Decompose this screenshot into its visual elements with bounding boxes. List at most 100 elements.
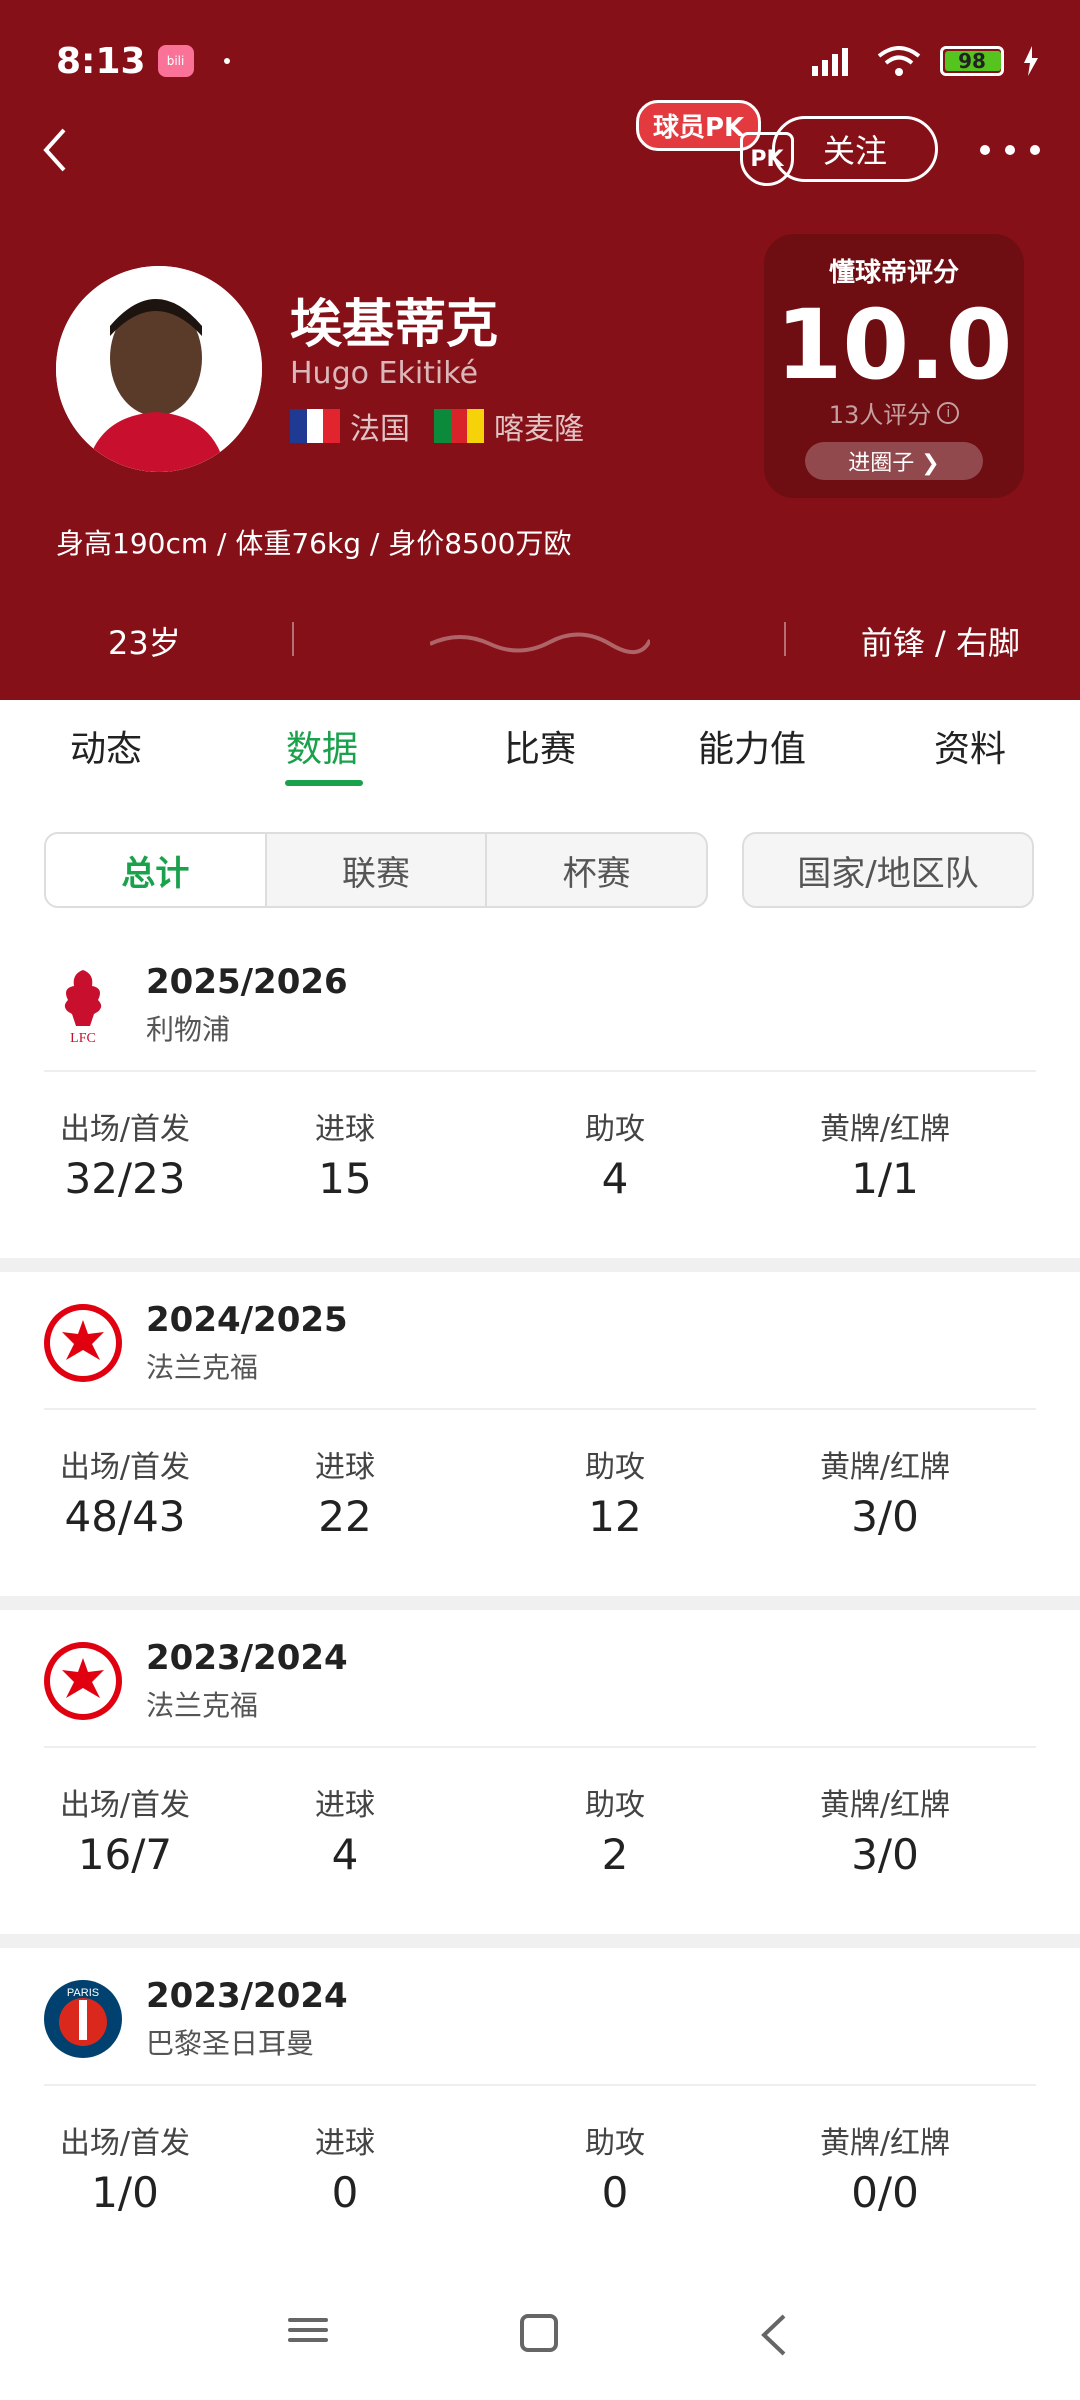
stat-label: 进球: [315, 1788, 375, 1823]
season-club: 巴黎圣日耳曼: [146, 2027, 315, 2060]
stat-label: 出场/首发: [59, 2126, 191, 2161]
info-icon[interactable]: i: [937, 401, 960, 424]
wifi-icon: [877, 46, 921, 76]
stat-label: 黄牌/红牌: [819, 2126, 951, 2161]
menu-icon[interactable]: [288, 2312, 328, 2352]
status-bar: 8:13 bili 98: [56, 36, 1040, 86]
top-nav: 球员PK PK 关注: [40, 100, 1040, 190]
stat-goals: 进球 0: [220, 2118, 470, 2217]
nationalities: 法国 喀麦隆: [290, 404, 584, 448]
filter-league[interactable]: 联赛: [267, 834, 488, 906]
follow-button[interactable]: 关注: [772, 116, 938, 182]
divider: [784, 622, 786, 656]
stat-value: 12: [588, 1492, 642, 1541]
season-year: 2025/2026: [146, 962, 348, 1002]
stat-label: 出场/首发: [59, 1112, 191, 1147]
stat-cards: 黄牌/红牌 3/0: [760, 1442, 1010, 1541]
stat-label: 进球: [315, 2126, 375, 2161]
active-tab-indicator: [285, 780, 363, 786]
more-options-button[interactable]: [980, 130, 1040, 170]
stat-label: 助攻: [585, 2126, 645, 2161]
stat-cards: 黄牌/红牌 1/1: [760, 1104, 1010, 1203]
season-year: 2024/2025: [146, 1300, 348, 1340]
rating-count-text: 13人评分: [828, 401, 932, 429]
player-meta-row: 23岁 前锋 / 右脚: [0, 606, 1080, 676]
stat-assists: 助攻 12: [490, 1442, 740, 1541]
season-stats: 出场/首发 32/23 进球 15 助攻 4 黄牌/红牌 1/1: [0, 1104, 1080, 1224]
rating-score: 10.0: [775, 289, 1013, 401]
section-gap: [0, 1258, 1080, 1272]
stat-value: 1/1: [851, 1154, 919, 1203]
stat-value: 4: [601, 1154, 629, 1203]
stat-value: 0/0: [851, 2168, 919, 2217]
club-logo-icon: LFC: [42, 964, 124, 1046]
svg-text:PARIS: PARIS: [67, 1987, 99, 1999]
rating-title: 懂球帝评分: [828, 258, 959, 288]
club-logo-icon: PARIS: [42, 1978, 124, 2060]
season-club: 法兰克福: [146, 1689, 259, 1722]
stat-value: 3/0: [851, 1830, 919, 1879]
season-stats: 出场/首发 48/43 进球 22 助攻 12 黄牌/红牌 3/0: [0, 1442, 1080, 1562]
season-card[interactable]: LFC 2025/2026 利物浦 出场/首发 32/23 进球 15 助攻 4 黄牌/红牌 1/1: [0, 932, 1080, 1257]
season-card[interactable]: 2024/2025 法兰克福 出场/首发 48/43 进球 22 助攻 12 黄牌/红牌 3/0: [0, 1270, 1080, 1595]
back-icon[interactable]: [756, 2310, 792, 2360]
signature-watermark: [430, 632, 650, 654]
section-gap: [0, 1596, 1080, 1610]
tab-ability[interactable]: 能力值: [698, 720, 806, 772]
competition-segmented-control: 总计 联赛 杯赛: [44, 832, 708, 908]
nationality-2: 喀麦隆: [494, 412, 584, 447]
tab-profile[interactable]: 资料: [934, 720, 1006, 772]
stat-label: 助攻: [585, 1450, 645, 1485]
divider: [44, 2084, 1036, 2086]
stat-label: 黄牌/红牌: [819, 1788, 951, 1823]
stat-value: 32/23: [64, 1154, 186, 1203]
season-year: 2023/2024: [146, 1638, 348, 1678]
stat-apps: 出场/首发 32/23: [0, 1104, 250, 1203]
season-card[interactable]: 2023/2024 法兰克福 出场/首发 16/7 进球 4 助攻 2 黄牌/红牌 3/0: [0, 1608, 1080, 1933]
stat-label: 黄牌/红牌: [819, 1112, 951, 1147]
stat-goals: 进球 4: [220, 1780, 470, 1879]
season-club: 法兰克福: [146, 1351, 259, 1384]
stat-label: 助攻: [585, 1788, 645, 1823]
battery-level: 98: [958, 49, 986, 73]
status-time: 8:13: [56, 40, 146, 82]
stat-cards: 黄牌/红牌 0/0: [760, 2118, 1010, 2217]
season-stats: 出场/首发 16/7 进球 4 助攻 2 黄牌/红牌 3/0: [0, 1780, 1080, 1900]
home-icon[interactable]: [520, 2314, 558, 2352]
filter-national-team[interactable]: 国家/地区队: [742, 832, 1034, 908]
stat-value: 48/43: [64, 1492, 186, 1541]
season-card[interactable]: PARIS 2023/2024 巴黎圣日耳曼出场/首发 1/0 进球 0 助攻 0 黄牌/红牌 0…: [0, 1946, 1080, 2271]
join-circle-button[interactable]: 进圈子 ❯: [805, 442, 983, 480]
stat-assists: 助攻 0: [490, 2118, 740, 2217]
stat-value: 15: [318, 1154, 372, 1203]
divider: [44, 1746, 1036, 1748]
system-nav-bar: [0, 2270, 1080, 2400]
bilibili-icon: bili: [157, 45, 194, 77]
divider: [292, 622, 294, 656]
tab-matches[interactable]: 比赛: [504, 720, 576, 772]
filter-cup[interactable]: 杯赛: [487, 834, 706, 906]
back-button[interactable]: [40, 120, 90, 180]
signal-icon: [812, 48, 848, 76]
france-flag-icon: [290, 409, 341, 443]
stat-apps: 出场/首发 48/43: [0, 1442, 250, 1541]
notification-dot-icon: [223, 58, 230, 64]
player-english-name: Hugo Ekitiké: [290, 356, 479, 391]
season-stats: 出场/首发 1/0 进球 0 助攻 0 黄牌/红牌 0/0: [0, 2118, 1080, 2238]
player-bio: 身高190cm / 体重76kg / 身价8500万欧: [56, 527, 572, 560]
section-gap: [0, 1934, 1080, 1948]
stat-value: 3/0: [851, 1492, 919, 1541]
tab-data[interactable]: 数据: [286, 720, 358, 772]
club-logo-icon: [42, 1640, 124, 1722]
season-year: 2023/2024: [146, 1976, 348, 2016]
stat-label: 出场/首发: [59, 1450, 191, 1485]
stat-apps: 出场/首发 16/7: [0, 1780, 250, 1879]
tab-feed[interactable]: 动态: [70, 720, 142, 772]
divider: [44, 1070, 1036, 1072]
rating-card: 懂球帝评分 10.0 13人评分 i 进圈子 ❯: [764, 234, 1024, 498]
stat-label: 助攻: [585, 1112, 645, 1147]
stat-assists: 助攻 4: [490, 1104, 740, 1203]
player-pk-button[interactable]: 球员PK PK: [600, 100, 794, 190]
filter-total[interactable]: 总计: [46, 834, 267, 906]
stat-value: 1/0: [91, 2168, 159, 2217]
